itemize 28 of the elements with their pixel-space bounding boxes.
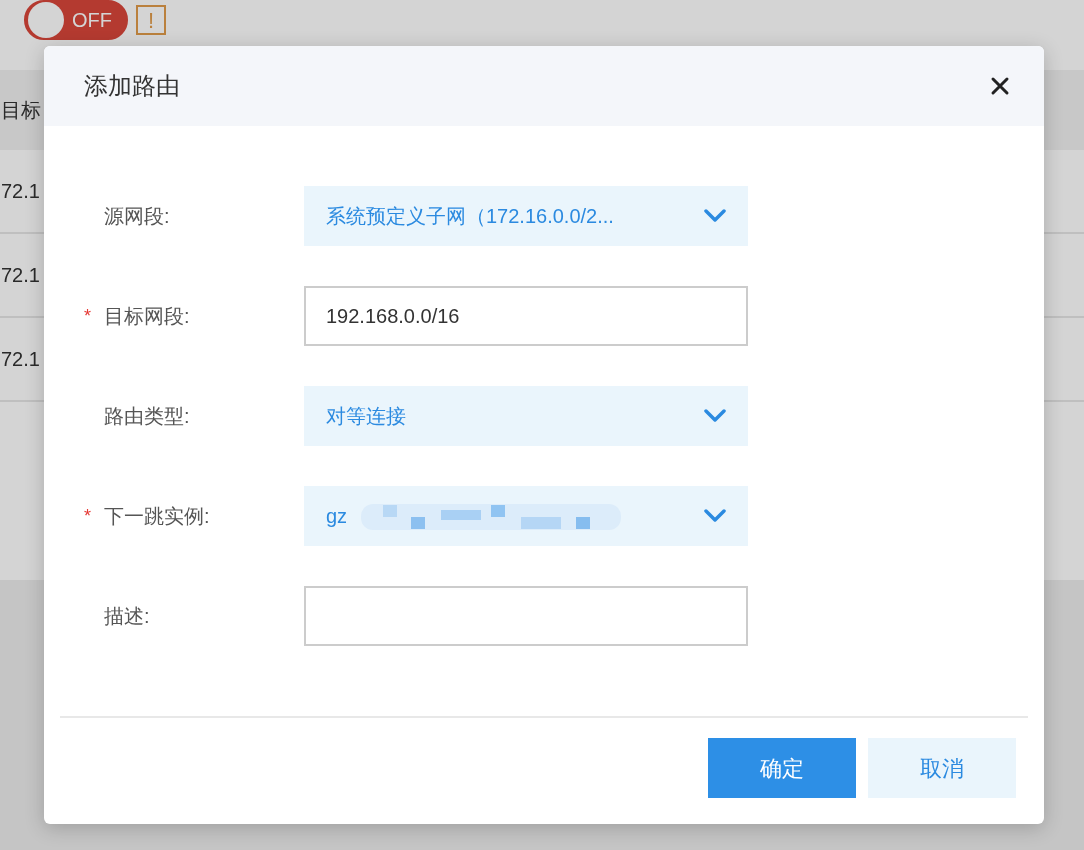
field-label: 路由类型: xyxy=(104,404,190,429)
field-label: 目标网段: xyxy=(104,304,190,329)
select-field[interactable]: gz xyxy=(304,486,748,546)
required-asterisk: * xyxy=(84,504,92,528)
field-label: 源网段: xyxy=(104,204,170,229)
dialog-title: 添加路由 xyxy=(84,71,180,101)
select-field[interactable]: 对等连接 xyxy=(304,386,748,446)
input-field[interactable] xyxy=(304,586,748,646)
confirm-button[interactable]: 确定 xyxy=(708,738,856,798)
chevron-down-icon xyxy=(704,509,726,523)
select-value: 系统预定义子网（172.16.0.0/2... xyxy=(326,204,614,229)
column-header: 目标 xyxy=(1,98,41,123)
table-cell-text: 72.1 xyxy=(1,179,40,204)
field-label: 描述: xyxy=(104,604,150,629)
select-value: 对等连接 xyxy=(326,404,406,429)
chevron-down-icon xyxy=(704,209,726,223)
field-label: 下一跳实例: xyxy=(104,504,210,529)
select-value: gz xyxy=(326,504,348,529)
input-field[interactable]: 192.168.0.0/16 xyxy=(304,286,748,346)
chevron-down-icon xyxy=(704,409,726,423)
table-cell-text: 72.1 xyxy=(1,347,40,372)
table-cell-text: 72.1 xyxy=(1,263,40,288)
warning-icon: ! xyxy=(136,5,166,35)
close-icon xyxy=(990,76,1010,96)
cancel-button[interactable]: 取消 xyxy=(868,738,1016,798)
required-asterisk: * xyxy=(84,304,92,328)
toggle-switch[interactable]: OFF xyxy=(24,0,128,40)
select-field[interactable]: 系统预定义子网（172.16.0.0/2... xyxy=(304,186,748,246)
